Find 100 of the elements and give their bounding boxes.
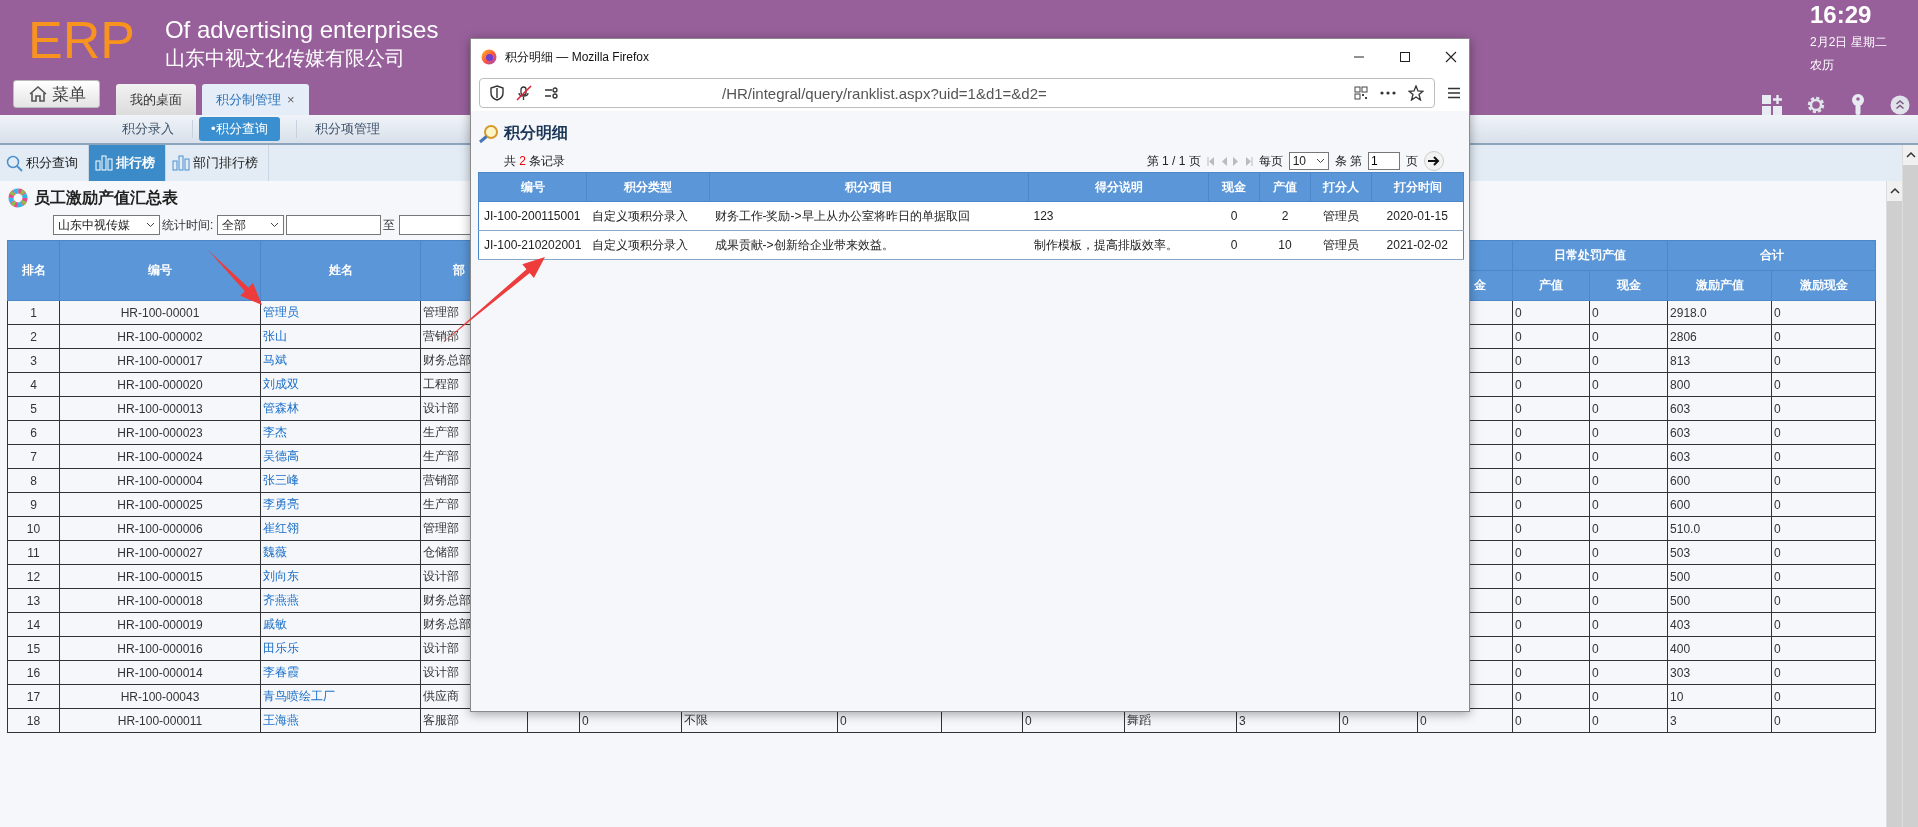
employee-link[interactable]: 田乐乐 [260, 636, 421, 661]
rank-cell: 16 [7, 660, 60, 685]
employee-link[interactable]: 刘向东 [260, 564, 421, 589]
value-cell: 0 [1771, 396, 1876, 421]
value-cell: 0 [1771, 348, 1876, 373]
value-cell: 0 [1771, 708, 1876, 733]
employee-link[interactable]: 李春霞 [260, 660, 421, 685]
value-cell: 0 [1589, 492, 1668, 517]
page-tab[interactable]: 积分制管理 × [202, 84, 309, 115]
employee-link[interactable]: 崔红翎 [260, 516, 421, 541]
star-icon[interactable] [1408, 85, 1424, 101]
rank-cell: 13 [7, 588, 60, 613]
menu-button[interactable]: 菜单 [13, 80, 100, 108]
qr-code-icon[interactable] [1354, 86, 1368, 100]
code-cell: HR-100-000016 [59, 636, 261, 661]
value-cell: 0 [1589, 372, 1668, 397]
rank-cell: 5 [7, 396, 60, 421]
employee-link[interactable]: 魏薇 [260, 540, 421, 565]
rank-cell: 2 [7, 324, 60, 349]
more-icon[interactable] [1380, 91, 1396, 95]
logo-text: ERP [28, 14, 135, 66]
value-cell: 0 [1771, 660, 1876, 685]
employee-link[interactable]: 李勇亮 [260, 492, 421, 517]
company-select[interactable]: 山东中视传媒 [53, 215, 160, 235]
close-icon[interactable]: × [287, 92, 295, 107]
employee-link[interactable]: 戚敏 [260, 612, 421, 637]
value-cell: 813 [1667, 348, 1772, 373]
add-widget-icon[interactable] [1762, 95, 1782, 116]
employee-link[interactable]: 管理员 [260, 300, 421, 325]
table-cell: 2021-02-02 [1371, 230, 1464, 260]
employee-link[interactable]: 刘成双 [260, 372, 421, 397]
employee-link[interactable]: 吴德高 [260, 444, 421, 469]
code-cell: HR-100-000017 [59, 348, 261, 373]
page-number-field[interactable]: 1 [1368, 152, 1400, 170]
column-header: 激励产值 [1667, 270, 1772, 301]
view-tab[interactable]: 排行榜 [89, 145, 166, 181]
period-label: 统计时间: [162, 216, 214, 234]
column-header: 激励现金 [1771, 270, 1876, 301]
value-cell: 0 [1771, 324, 1876, 349]
value-cell: 0 [1589, 420, 1668, 445]
sub-nav-link[interactable]: •积分查询 [199, 117, 280, 141]
per-page-select[interactable]: 10 [1288, 152, 1329, 170]
sub-nav-link[interactable]: 积分录入 [110, 117, 186, 141]
employee-link[interactable]: 青鸟喷绘工厂 [260, 684, 421, 709]
sub-nav-link[interactable]: 积分项管理 [302, 117, 392, 141]
column-header: 编号 [59, 240, 261, 301]
employee-link[interactable]: 李杰 [260, 420, 421, 445]
employee-link[interactable]: 张三峰 [260, 468, 421, 493]
value-cell: 500 [1667, 588, 1772, 613]
value-cell: 0 [1512, 468, 1590, 493]
value-cell: 0 [1512, 396, 1590, 421]
rank-cell: 7 [7, 444, 60, 469]
scrollbar[interactable] [1886, 181, 1902, 827]
settings-icon[interactable] [1806, 95, 1826, 116]
address-bar[interactable]: /HR/integral/query/ranklist.aspx?uid=1&d1=&d2= [479, 78, 1435, 108]
page-tab[interactable]: 我的桌面 [116, 84, 196, 115]
value-cell: 0 [1512, 444, 1590, 469]
column-header: 打分人 [1310, 172, 1372, 202]
employee-link[interactable]: 王海燕 [260, 708, 421, 733]
view-tab[interactable]: 部门排行榜 [166, 145, 269, 181]
column-header: 现金 [1208, 172, 1260, 202]
code-cell: HR-100-000014 [59, 660, 261, 685]
bar-chart-icon [172, 155, 190, 171]
code-cell: HR-100-000006 [59, 516, 261, 541]
period-select[interactable]: 全部 [217, 215, 285, 235]
code-cell: HR-100-000004 [59, 468, 261, 493]
permissions-icon[interactable] [544, 86, 560, 100]
scroll-up-icon[interactable] [1889, 187, 1900, 194]
table-cell: 成果贡献->创新给企业带来效益。 [709, 230, 1029, 260]
value-cell: 0 [1771, 636, 1876, 661]
start-date-field[interactable] [286, 215, 382, 235]
employee-link[interactable]: 张山 [260, 324, 421, 349]
column-header: 产值 [1512, 270, 1590, 301]
value-cell: 0 [1771, 612, 1876, 637]
ring-logo-icon [8, 188, 28, 208]
employee-link[interactable]: 马斌 [260, 348, 421, 373]
value-cell: 0 [1512, 684, 1590, 709]
scrollbar[interactable] [1902, 145, 1918, 827]
value-cell: 0 [1589, 324, 1668, 349]
collapse-icon[interactable] [1890, 95, 1910, 116]
employee-link[interactable]: 管森林 [260, 396, 421, 421]
bar-chart-icon [95, 155, 113, 171]
value-cell: 3 [1667, 708, 1772, 733]
rank-cell: 11 [7, 540, 60, 565]
maximize-icon[interactable] [1399, 51, 1411, 63]
microphone-muted-icon[interactable] [516, 85, 532, 101]
table-cell: 2020-01-15 [1371, 201, 1464, 231]
close-icon[interactable] [1445, 51, 1457, 63]
code-cell: HR-100-000023 [59, 420, 261, 445]
key-icon[interactable] [1850, 94, 1866, 117]
value-cell: 0 [1512, 708, 1590, 733]
window-title: 积分明细 — Mozilla Firefox [505, 48, 650, 66]
menu-icon[interactable] [1447, 87, 1461, 99]
column-header: 打分时间 [1371, 172, 1464, 202]
employee-link[interactable]: 齐燕燕 [260, 588, 421, 613]
table-cell: 财务工作-奖励->早上从办公室将昨日的单据取回 [709, 201, 1029, 231]
scroll-up-icon[interactable] [1905, 151, 1916, 158]
value-cell: 0 [1589, 660, 1668, 685]
shield-icon[interactable] [490, 85, 504, 101]
column-header: 排名 [7, 240, 60, 301]
